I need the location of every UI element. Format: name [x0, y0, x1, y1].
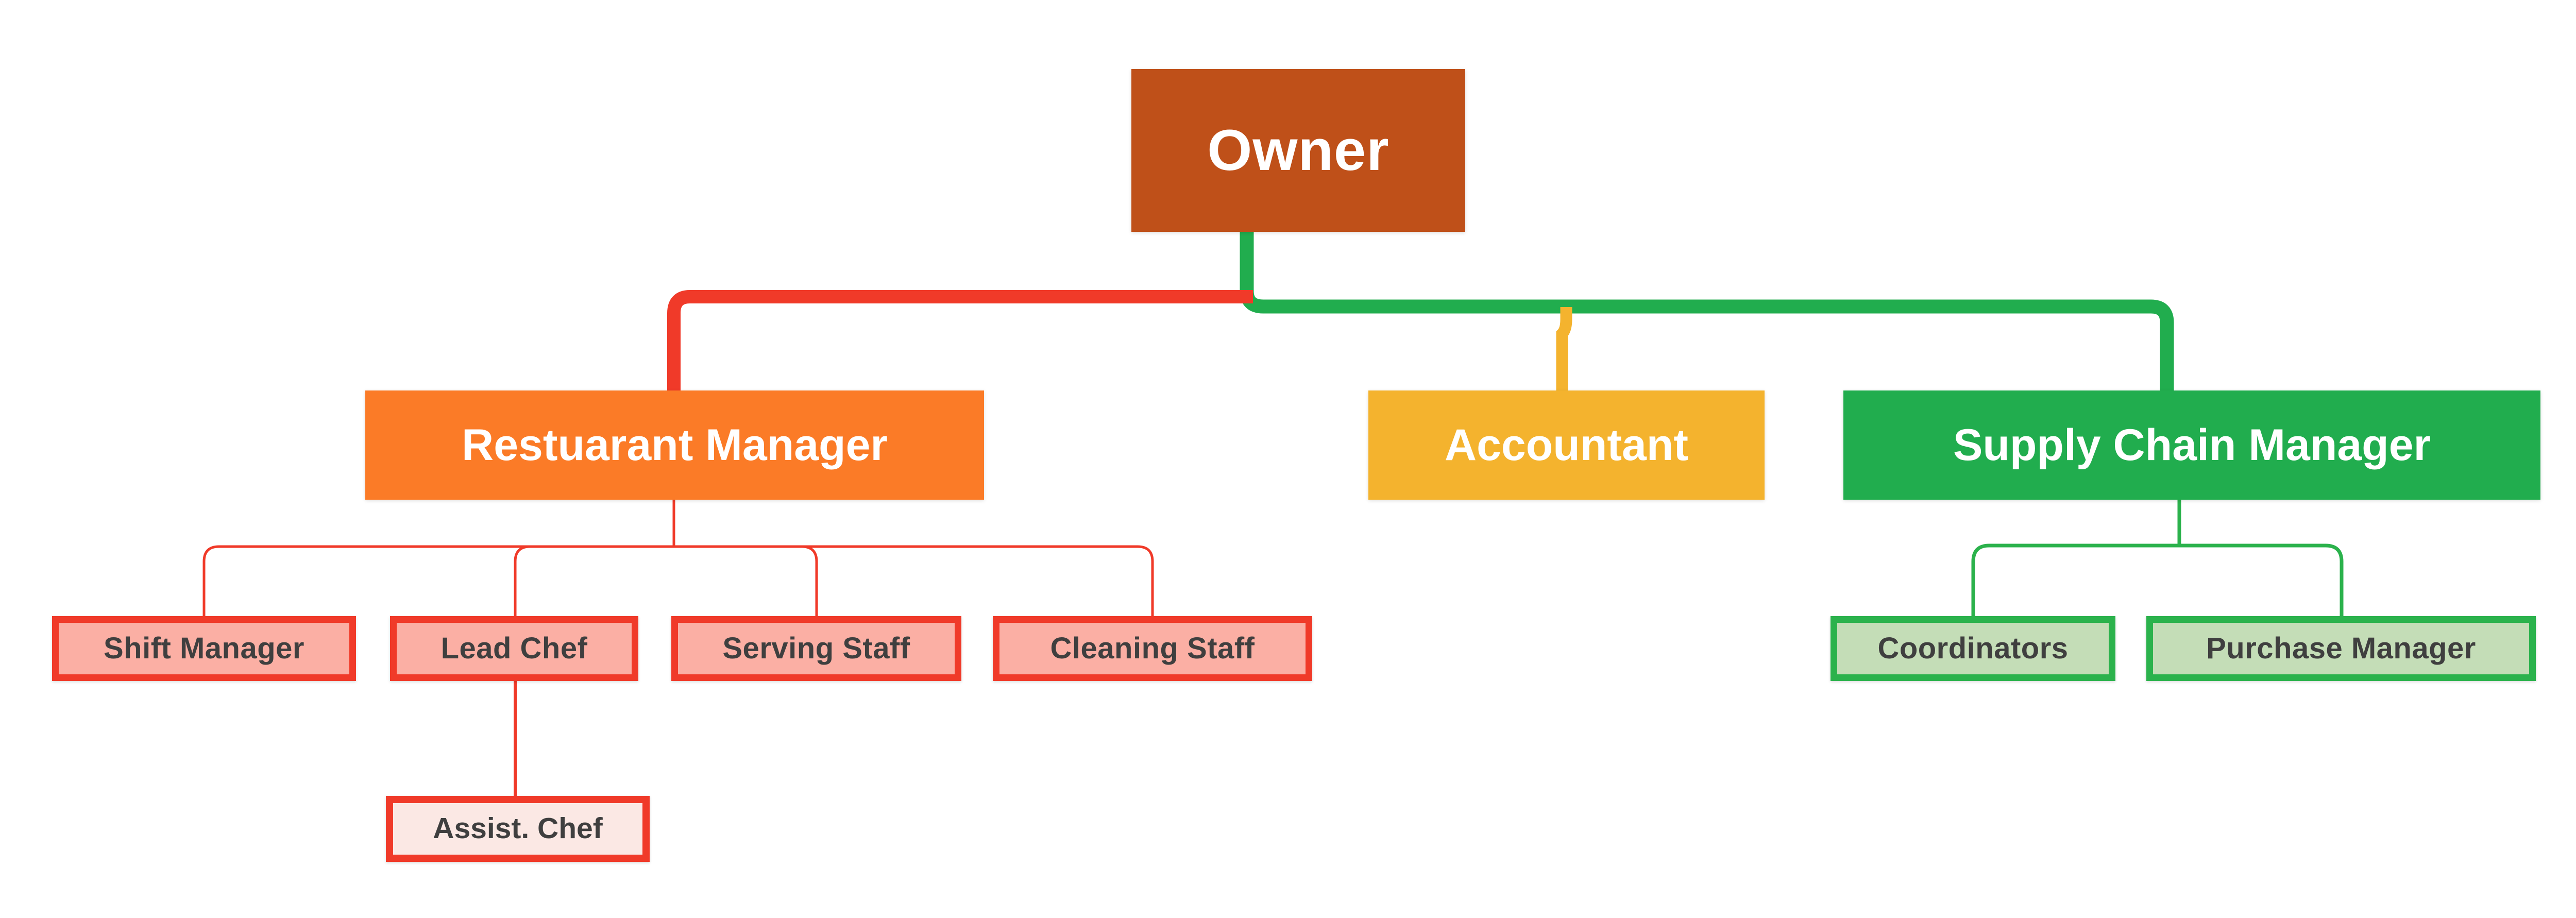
node-cleaning-staff[interactable]: Cleaning Staff: [993, 616, 1312, 681]
org-chart-canvas: Owner Restuarant Manager Accountant Supp…: [0, 0, 2576, 918]
node-restaurant-manager[interactable]: Restuarant Manager: [365, 390, 984, 500]
node-serving-staff[interactable]: Serving Staff: [671, 616, 961, 681]
edge-owner-to-restaurant-manager: [667, 290, 1253, 390]
node-owner[interactable]: Owner: [1131, 69, 1465, 232]
node-supply-chain-manager[interactable]: Supply Chain Manager: [1843, 390, 2540, 500]
edge-restaurant-manager-to-serving-staff: [674, 545, 818, 616]
edge-owner-to-accountant: [1556, 307, 1572, 390]
node-shift-manager[interactable]: Shift Manager: [52, 616, 356, 681]
node-assist-chef[interactable]: Assist. Chef: [386, 796, 650, 862]
edge-restaurant-manager-to-cleaning-staff: [674, 545, 1154, 616]
edge-supply-chain-manager-to-coordinators: [1971, 543, 2179, 616]
edge-supply-chain-manager-to-purchase-manager: [2179, 543, 2344, 616]
node-accountant[interactable]: Accountant: [1368, 390, 1765, 500]
edge-owner-to-supply-chain-manager: [1240, 232, 2174, 390]
edge-restaurant-manager-to-lead-chef: [514, 545, 674, 616]
edge-restaurant-manager-to-shift-manager: [202, 545, 674, 616]
node-purchase-manager[interactable]: Purchase Manager: [2146, 616, 2536, 681]
node-coordinators[interactable]: Coordinators: [1831, 616, 2115, 681]
node-lead-chef[interactable]: Lead Chef: [390, 616, 638, 681]
